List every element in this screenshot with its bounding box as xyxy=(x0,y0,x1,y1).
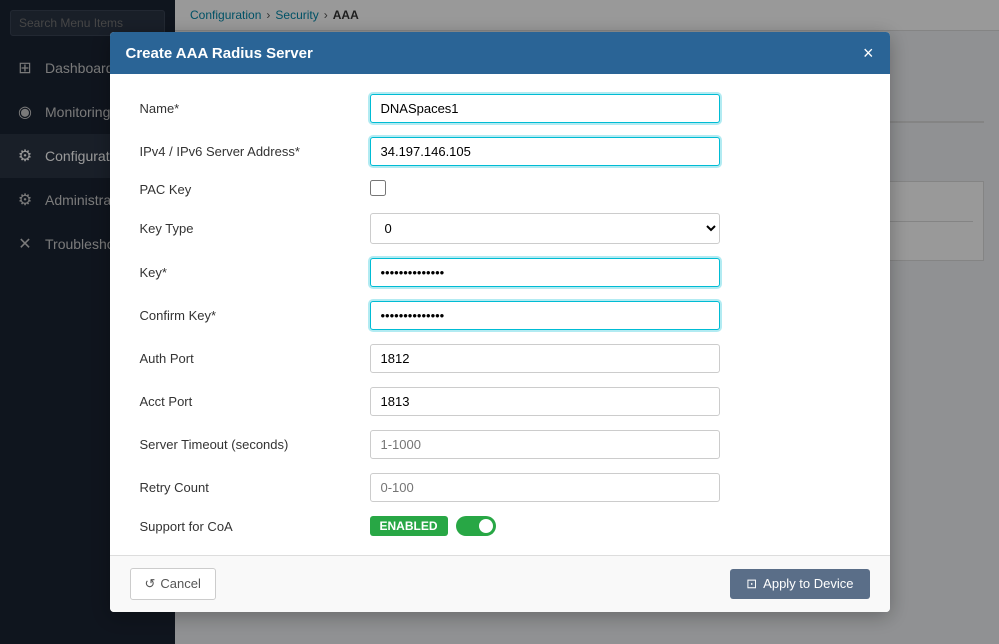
modal-overlay: Create AAA Radius Server × Name* IPv4 / … xyxy=(0,0,999,644)
modal-body: Name* IPv4 / IPv6 Server Address* PAC Ke… xyxy=(110,74,890,555)
name-input[interactable] xyxy=(370,94,720,123)
modal-footer: ↺ Cancel ⊡ Apply to Device xyxy=(110,555,890,612)
server-timeout-label: Server Timeout (seconds) xyxy=(140,437,360,452)
cancel-label: Cancel xyxy=(160,576,200,591)
apply-to-device-button[interactable]: ⊡ Apply to Device xyxy=(730,569,869,599)
name-field-row: Name* xyxy=(140,94,860,123)
confirm-key-field-row: Confirm Key* xyxy=(140,301,860,330)
pac-key-field-container xyxy=(370,180,720,199)
apply-label: Apply to Device xyxy=(763,576,853,591)
key-type-field-row: Key Type 0 1 2 xyxy=(140,213,860,244)
modal-title: Create AAA Radius Server xyxy=(126,45,313,62)
pac-key-checkbox[interactable] xyxy=(370,180,386,196)
undo-icon: ↺ xyxy=(145,576,156,592)
ipv4-label: IPv4 / IPv6 Server Address* xyxy=(140,144,360,159)
support-coa-label: Support for CoA xyxy=(140,519,360,534)
key-field-container xyxy=(370,258,720,287)
acct-port-label: Acct Port xyxy=(140,394,360,409)
auth-port-field-container xyxy=(370,344,720,373)
confirm-key-label: Confirm Key* xyxy=(140,308,360,323)
key-field-row: Key* xyxy=(140,258,860,287)
key-type-select[interactable]: 0 1 2 xyxy=(370,213,720,244)
name-label: Name* xyxy=(140,101,360,116)
key-type-field-container: 0 1 2 xyxy=(370,213,720,244)
pac-key-label: PAC Key xyxy=(140,182,360,197)
auth-port-label: Auth Port xyxy=(140,351,360,366)
confirm-key-input[interactable] xyxy=(370,301,720,330)
name-field-container xyxy=(370,94,720,123)
server-timeout-field-container xyxy=(370,430,720,459)
ipv4-input[interactable] xyxy=(370,137,720,166)
key-type-label: Key Type xyxy=(140,221,360,236)
retry-count-label: Retry Count xyxy=(140,480,360,495)
ipv4-field-row: IPv4 / IPv6 Server Address* xyxy=(140,137,860,166)
acct-port-field-container xyxy=(370,387,720,416)
modal-close-button[interactable]: × xyxy=(863,44,874,62)
coa-toggle-container: ENABLED xyxy=(370,516,720,536)
confirm-key-field-container xyxy=(370,301,720,330)
auth-port-field-row: Auth Port xyxy=(140,344,860,373)
ipv4-field-container xyxy=(370,137,720,166)
support-coa-field-container: ENABLED xyxy=(370,516,720,536)
modal-header: Create AAA Radius Server × xyxy=(110,32,890,74)
key-input[interactable] xyxy=(370,258,720,287)
server-timeout-field-row: Server Timeout (seconds) xyxy=(140,430,860,459)
apply-icon: ⊡ xyxy=(746,576,757,592)
acct-port-field-row: Acct Port xyxy=(140,387,860,416)
key-label: Key* xyxy=(140,265,360,280)
server-timeout-input[interactable] xyxy=(370,430,720,459)
retry-count-field-row: Retry Count xyxy=(140,473,860,502)
support-coa-field-row: Support for CoA ENABLED xyxy=(140,516,860,536)
create-radius-modal: Create AAA Radius Server × Name* IPv4 / … xyxy=(110,32,890,612)
coa-toggle-switch[interactable] xyxy=(456,516,496,536)
acct-port-input[interactable] xyxy=(370,387,720,416)
coa-toggle-label: ENABLED xyxy=(370,516,448,536)
auth-port-input[interactable] xyxy=(370,344,720,373)
retry-count-field-container xyxy=(370,473,720,502)
retry-count-input[interactable] xyxy=(370,473,720,502)
pac-key-field-row: PAC Key xyxy=(140,180,860,199)
cancel-button[interactable]: ↺ Cancel xyxy=(130,568,216,600)
